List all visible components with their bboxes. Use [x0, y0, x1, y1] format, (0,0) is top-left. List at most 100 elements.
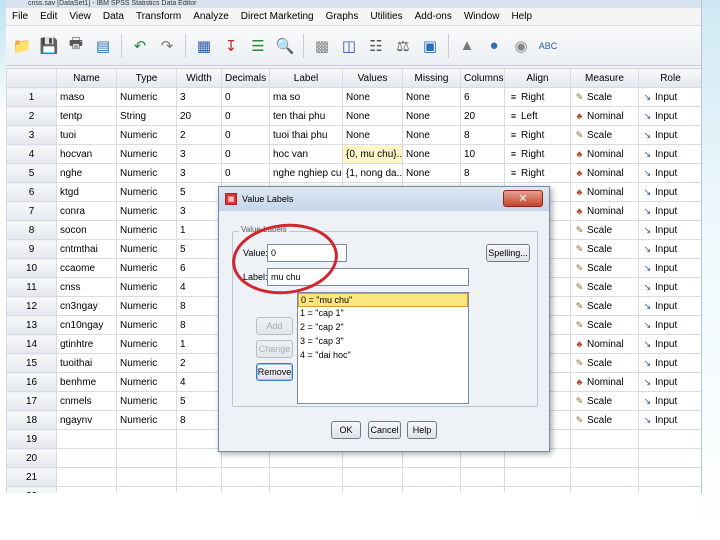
cell-columns[interactable]: 10 — [460, 144, 505, 164]
cell-values[interactable]: None — [342, 106, 403, 126]
show-all-icon[interactable]: ◉ — [509, 34, 533, 58]
cell-measure[interactable]: ♣ Nominal — [570, 372, 639, 392]
list-item[interactable]: 4 = "dai hoc" — [298, 349, 468, 363]
cell-measure[interactable]: ✎ Scale — [570, 410, 639, 430]
cell-label[interactable] — [269, 486, 343, 493]
cell-type[interactable] — [116, 448, 177, 468]
variables-icon[interactable]: ☰ — [246, 34, 270, 58]
menu-item-view[interactable]: View — [63, 8, 97, 26]
cell-width[interactable]: 1 — [176, 334, 222, 354]
cell-decimals[interactable]: 0 — [221, 163, 270, 183]
cell-type[interactable]: Numeric — [116, 353, 177, 373]
list-item[interactable]: 2 = "cap 2" — [298, 321, 468, 335]
cell-width[interactable]: 3 — [176, 144, 222, 164]
cell-name[interactable]: maso — [56, 87, 117, 107]
menu-item-add-ons[interactable]: Add-ons — [409, 8, 458, 26]
cell-name[interactable]: cntmthai — [56, 239, 117, 259]
row-number[interactable]: 7 — [6, 201, 57, 221]
cell-measure[interactable]: ✎ Scale — [570, 391, 639, 411]
cell-name[interactable]: conra — [56, 201, 117, 221]
list-item[interactable]: 1 = "cap 1" — [298, 307, 468, 321]
menu-item-help[interactable]: Help — [505, 8, 538, 26]
cell-type[interactable]: Numeric — [116, 334, 177, 354]
menu-item-graphs[interactable]: Graphs — [320, 8, 365, 26]
cell-name[interactable]: benhme — [56, 372, 117, 392]
cell-decimals[interactable]: 0 — [221, 87, 270, 107]
cell-type[interactable]: Numeric — [116, 87, 177, 107]
cell-align[interactable]: ≡ Right — [504, 163, 571, 183]
row-number[interactable]: 3 — [6, 125, 57, 145]
print-icon[interactable]: 🖶 — [64, 34, 88, 58]
cell-measure[interactable]: ✎ Scale — [570, 353, 639, 373]
row-number[interactable]: 14 — [6, 334, 57, 354]
menu-item-analyze[interactable]: Analyze — [187, 8, 235, 26]
cell-values[interactable]: None — [342, 87, 403, 107]
cell-missing[interactable]: None — [402, 144, 461, 164]
cell-align[interactable]: ≡ Right — [504, 87, 571, 107]
row-number[interactable]: 16 — [6, 372, 57, 392]
cell-name[interactable]: cnmels — [56, 391, 117, 411]
row-number[interactable]: 19 — [6, 429, 57, 449]
cell-columns[interactable]: 8 — [460, 125, 505, 145]
cell-role[interactable]: ↘ Input — [638, 182, 701, 202]
cell-name[interactable]: nghe — [56, 163, 117, 183]
cell-decimals[interactable] — [221, 486, 270, 493]
cell-type[interactable]: Numeric — [116, 163, 177, 183]
cell-missing[interactable]: None — [402, 125, 461, 145]
cell-columns[interactable]: 8 — [460, 163, 505, 183]
cell-type[interactable]: Numeric — [116, 144, 177, 164]
cell-role[interactable] — [638, 429, 701, 449]
cell-name[interactable]: cnss — [56, 277, 117, 297]
cell-type[interactable] — [116, 467, 177, 487]
menu-item-utilities[interactable]: Utilities — [364, 8, 408, 26]
row-number[interactable]: 13 — [6, 315, 57, 335]
insert-variable-icon[interactable]: ◫ — [337, 34, 361, 58]
help-button[interactable]: Help — [407, 421, 437, 439]
column-header-name[interactable]: Name — [56, 68, 117, 88]
cell-role[interactable] — [638, 448, 701, 468]
cell-width[interactable] — [176, 429, 222, 449]
cell-label[interactable]: ma so — [269, 87, 343, 107]
cell-width[interactable]: 2 — [176, 353, 222, 373]
cell-type[interactable]: Numeric — [116, 125, 177, 145]
remove-button[interactable]: Remove — [256, 363, 293, 381]
cell-name[interactable]: tuoi — [56, 125, 117, 145]
column-header-type[interactable]: Type — [116, 68, 177, 88]
cell-role[interactable]: ↘ Input — [638, 296, 701, 316]
cell-name[interactable]: ngaynv — [56, 410, 117, 430]
cell-type[interactable]: Numeric — [116, 296, 177, 316]
select-cases-icon[interactable]: ▣ — [418, 34, 442, 58]
close-button[interactable]: ✕ — [503, 190, 543, 207]
row-number[interactable]: 11 — [6, 277, 57, 297]
goto-variable-icon[interactable]: ↧ — [219, 34, 243, 58]
spell-check-icon[interactable]: ABC — [536, 34, 560, 58]
cell-measure[interactable]: ♣ Nominal — [570, 144, 639, 164]
column-header-decimals[interactable]: Decimals — [221, 68, 270, 88]
insert-cases-icon[interactable]: ▩ — [310, 34, 334, 58]
row-number[interactable]: 15 — [6, 353, 57, 373]
cell-align[interactable] — [504, 486, 571, 493]
cell-role[interactable]: ↘ Input — [638, 277, 701, 297]
menu-item-file[interactable]: File — [6, 8, 34, 26]
cell-width[interactable]: 5 — [176, 239, 222, 259]
row-number[interactable]: 1 — [6, 87, 57, 107]
cell-name[interactable] — [56, 486, 117, 493]
cell-align[interactable]: ≡ Left — [504, 106, 571, 126]
cell-width[interactable]: 8 — [176, 296, 222, 316]
spelling-button[interactable]: Spelling... — [486, 244, 530, 262]
cell-label[interactable]: hoc van — [269, 144, 343, 164]
cell-align[interactable]: ≡ Right — [504, 125, 571, 145]
cell-type[interactable]: Numeric — [116, 391, 177, 411]
list-item[interactable]: 0 = "mu chu" — [298, 293, 468, 307]
column-header-width[interactable]: Width — [176, 68, 222, 88]
cell-columns[interactable] — [460, 467, 505, 487]
cell-measure[interactable] — [570, 486, 639, 493]
cell-measure[interactable]: ♣ Nominal — [570, 163, 639, 183]
cell-role[interactable]: ↘ Input — [638, 144, 701, 164]
cell-width[interactable]: 3 — [176, 87, 222, 107]
column-header-label[interactable]: Label — [269, 68, 343, 88]
row-number[interactable]: 9 — [6, 239, 57, 259]
cell-role[interactable]: ↘ Input — [638, 163, 701, 183]
add-button[interactable]: Add — [256, 317, 293, 335]
cell-columns[interactable]: 6 — [460, 87, 505, 107]
